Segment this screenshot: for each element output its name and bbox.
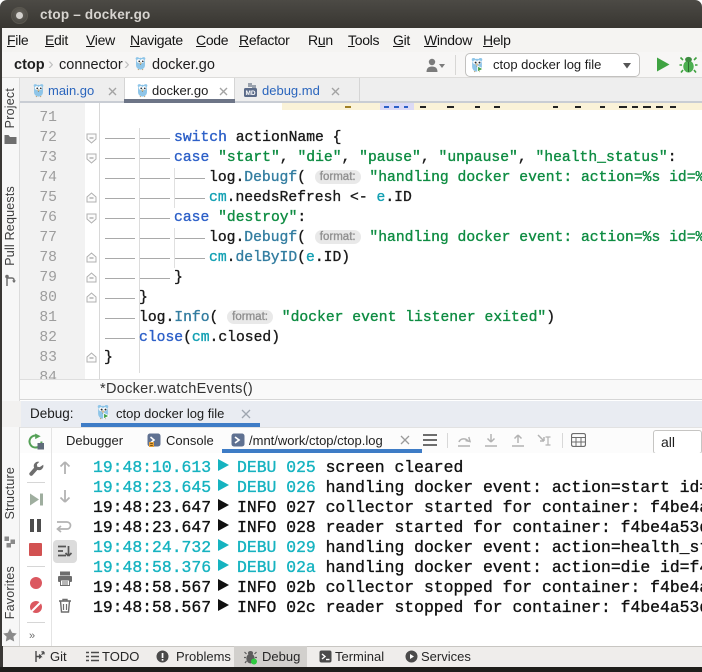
svg-text:MD: MD — [245, 90, 255, 97]
